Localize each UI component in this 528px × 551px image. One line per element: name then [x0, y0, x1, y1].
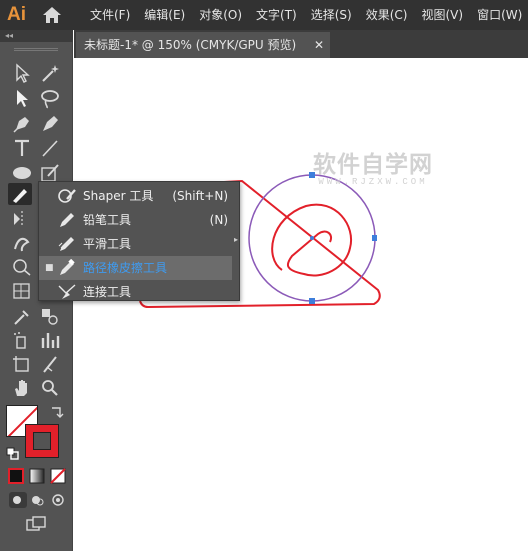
flyout-item-shaper[interactable]: Shaper 工具 (Shift+N) — [39, 184, 232, 208]
shaper-icon — [57, 187, 77, 205]
ellipse-tool-icon[interactable] — [10, 162, 34, 184]
curvature-icon[interactable] — [38, 112, 62, 134]
smooth-icon — [57, 235, 77, 253]
eyedropper-icon[interactable] — [10, 305, 34, 327]
flyout-label: 连接工具 — [83, 285, 132, 299]
menu-view[interactable]: 视图(V) — [421, 0, 463, 30]
slice-icon[interactable] — [38, 353, 62, 375]
flyout-shortcut: (Shift+N) — [172, 189, 228, 203]
screen-mode-icon[interactable] — [24, 513, 48, 535]
line-segment-icon[interactable] — [38, 137, 62, 159]
none-mode-icon[interactable] — [46, 465, 70, 487]
flyout-item-join[interactable]: 连接工具 — [39, 280, 232, 304]
document-title: 未标题-1* @ 150% (CMYK/GPU 预览) — [84, 38, 297, 52]
column-graph-icon[interactable] — [38, 329, 62, 351]
artboard-canvas[interactable] — [74, 58, 528, 551]
tearoff-arrow-icon[interactable]: ▸ — [234, 235, 238, 244]
draw-inside-icon[interactable] — [46, 489, 70, 511]
flyout-label: Shaper 工具 — [83, 189, 154, 203]
type-tool-icon[interactable] — [10, 137, 34, 159]
stroke-color-swatch[interactable] — [25, 424, 59, 458]
current-tool-bullet: ■ — [45, 263, 54, 273]
zoom-tool-icon[interactable] — [38, 377, 62, 399]
path-eraser-icon — [57, 258, 77, 277]
shaper-tool-flyout: Shaper 工具 (Shift+N) 铅笔工具 (N) 平滑工具 ■ 路径橡皮… — [38, 181, 240, 301]
flyout-label: 路径橡皮擦工具 — [83, 261, 168, 275]
flyout-item-smooth[interactable]: 平滑工具 — [39, 232, 232, 256]
default-colors-icon[interactable] — [2, 443, 26, 465]
lasso-icon[interactable] — [38, 87, 62, 109]
magic-wand-icon[interactable] — [38, 62, 62, 84]
menu-window[interactable]: 窗口(W) — [477, 0, 522, 30]
flyout-item-pencil[interactable]: 铅笔工具 (N) — [39, 208, 232, 232]
menu-file[interactable]: 文件(F) — [90, 0, 130, 30]
selection-tool-icon[interactable] — [10, 62, 34, 84]
swap-fill-stroke-icon[interactable] — [46, 402, 70, 424]
close-icon[interactable]: ✕ — [314, 32, 324, 58]
warp-icon[interactable] — [10, 232, 34, 254]
app-logo: Ai — [7, 4, 26, 25]
hand-tool-icon[interactable] — [10, 377, 34, 399]
flyout-item-path-eraser[interactable]: ■ 路径橡皮擦工具 — [39, 256, 232, 280]
join-icon — [57, 283, 77, 301]
symbol-sprayer-icon[interactable] — [10, 329, 34, 351]
reflect-icon[interactable] — [10, 208, 34, 230]
collapse-panel-button[interactable]: ◂◂ — [0, 30, 73, 42]
flyout-label: 铅笔工具 — [83, 213, 132, 227]
pencil-icon — [57, 211, 77, 229]
artboard-icon[interactable] — [10, 353, 34, 375]
shaper-group-icon[interactable] — [8, 183, 32, 205]
menu-select[interactable]: 选择(S) — [311, 0, 352, 30]
pen-icon[interactable] — [10, 112, 34, 134]
home-icon[interactable] — [40, 5, 64, 25]
document-tab-bar: 未标题-1* @ 150% (CMYK/GPU 预览) ✕ — [74, 30, 528, 58]
perspective-grid-icon[interactable] — [10, 280, 34, 302]
menu-bar: Ai 文件(F) 编辑(E) 对象(O) 文字(T) 选择(S) 效果(C) 视… — [0, 0, 528, 30]
document-tab[interactable]: 未标题-1* @ 150% (CMYK/GPU 预览) ✕ — [76, 32, 330, 58]
menu-type[interactable]: 文字(T) — [256, 0, 297, 30]
flyout-label: 平滑工具 — [83, 237, 132, 251]
menu-object[interactable]: 对象(O) — [199, 0, 242, 30]
annotation-arrow — [144, 217, 171, 258]
shape-builder-icon[interactable] — [10, 256, 34, 278]
menu-effect[interactable]: 效果(C) — [366, 0, 408, 30]
flyout-shortcut: (N) — [209, 213, 228, 227]
panel-grip[interactable] — [14, 48, 58, 51]
menu-edit[interactable]: 编辑(E) — [144, 0, 185, 30]
direct-selection-icon[interactable] — [10, 87, 34, 109]
blend-icon[interactable] — [38, 305, 62, 327]
